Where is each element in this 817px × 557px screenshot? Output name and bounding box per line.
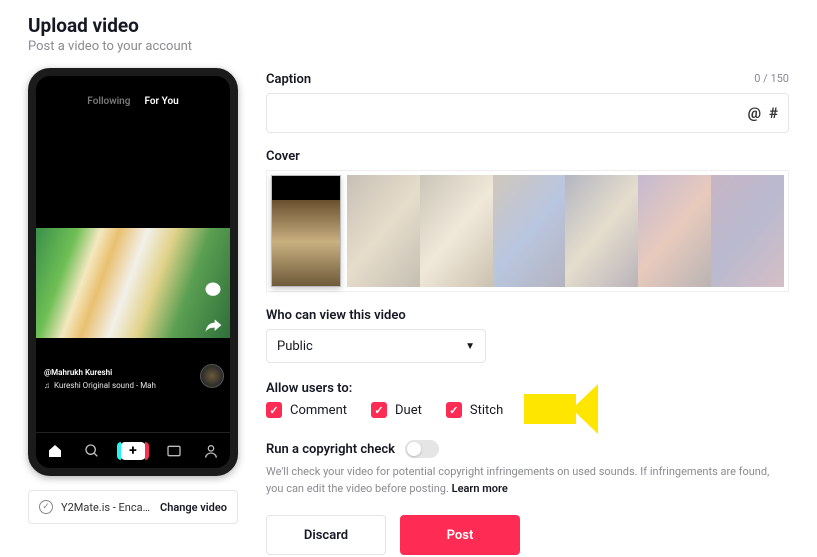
allow-stitch[interactable]: ✓ Stitch (446, 402, 503, 418)
page-title: Upload video (28, 14, 789, 37)
video-preview-frame (36, 228, 230, 338)
comment-icon[interactable] (202, 279, 224, 301)
profile-icon[interactable] (202, 442, 220, 460)
copyright-toggle[interactable] (405, 440, 439, 458)
learn-more-link[interactable]: Learn more (452, 482, 508, 495)
video-sound: Kureshi Original sound - Mah (54, 381, 156, 390)
caption-box[interactable]: @ # (266, 93, 789, 133)
page-header: Upload video Post a video to your accoun… (28, 14, 789, 68)
change-video-button[interactable]: Change video (160, 501, 227, 514)
cover-filmstrip[interactable] (347, 175, 784, 287)
page-subtitle: Post a video to your account (28, 39, 789, 54)
viewers-selected: Public (277, 339, 313, 354)
discard-button[interactable]: Discard (266, 515, 386, 555)
music-note-icon: ♫ (44, 381, 50, 390)
tab-for-you[interactable]: For You (144, 96, 178, 107)
home-icon[interactable] (46, 442, 64, 460)
caption-counter: 0 / 150 (754, 72, 789, 87)
viewers-label: Who can view this video (266, 308, 406, 323)
cover-label: Cover (266, 149, 300, 164)
checkbox-checked-icon[interactable]: ✓ (266, 402, 282, 418)
hashtag-button[interactable]: # (769, 104, 778, 122)
allow-options: ✓ Comment ✓ Duet ✓ Stitch (266, 402, 789, 418)
allow-duet[interactable]: ✓ Duet (371, 402, 422, 418)
mention-button[interactable]: @ (748, 104, 761, 122)
check-circle-icon: ✓ (39, 500, 53, 514)
copyright-label: Run a copyright check (266, 442, 395, 457)
caption-label: Caption (266, 72, 311, 87)
viewers-select[interactable]: Public ▼ (266, 329, 486, 363)
caption-input[interactable] (277, 106, 748, 121)
sound-disc-icon (200, 364, 224, 388)
checkbox-checked-icon[interactable]: ✓ (446, 402, 462, 418)
inbox-icon[interactable] (165, 442, 183, 460)
checkbox-checked-icon[interactable]: ✓ (371, 402, 387, 418)
create-icon[interactable]: + (120, 442, 146, 460)
annotation-arrow-icon (524, 394, 576, 424)
allow-comment[interactable]: ✓ Comment (266, 402, 347, 418)
feed-tabs: Following For You (36, 76, 230, 107)
copyright-help: We'll check your video for potential cop… (266, 464, 789, 497)
share-icon[interactable] (202, 315, 224, 337)
file-name: Y2Mate.is - Encanto bu... (61, 501, 152, 514)
caption-label-row: Caption 0 / 150 (266, 72, 789, 87)
phone-nav: + (36, 432, 230, 468)
cover-selected-frame[interactable] (271, 175, 341, 287)
post-button[interactable]: Post (400, 515, 520, 555)
file-bar: ✓ Y2Mate.is - Encanto bu... Change video (28, 490, 238, 524)
phone-preview: Following For You @Mahrukh Kureshi ♫ Kure… (28, 68, 238, 476)
discover-icon[interactable] (83, 442, 101, 460)
chevron-down-icon: ▼ (465, 341, 475, 352)
cover-selector[interactable] (266, 170, 789, 292)
video-meta: @Mahrukh Kureshi ♫ Kureshi Original sound… (44, 368, 156, 390)
tab-following[interactable]: Following (87, 96, 130, 107)
video-username: @Mahrukh Kureshi (44, 368, 156, 377)
allow-label: Allow users to: (266, 381, 352, 396)
